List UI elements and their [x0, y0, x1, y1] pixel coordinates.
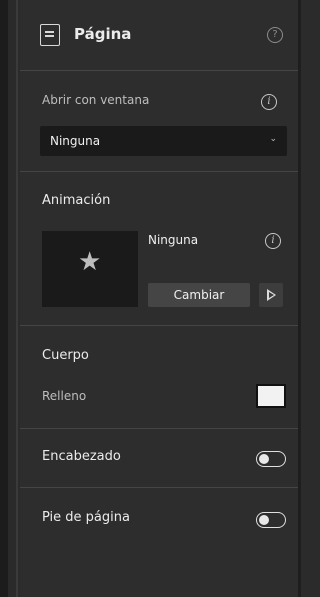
help-icon[interactable]: ?: [267, 27, 283, 43]
left-strip: [0, 0, 8, 597]
star-icon: ★: [78, 247, 102, 277]
animation-info-icon[interactable]: i: [265, 233, 281, 249]
animation-value: Ninguna: [148, 233, 199, 247]
panel-header: Página ?: [20, 0, 298, 70]
scrollbar-track[interactable]: [298, 0, 301, 597]
open-with-window-label: Abrir con ventana: [42, 93, 150, 107]
open-with-window-select[interactable]: Ninguna ⌄: [40, 126, 287, 156]
toggle-knob: [259, 454, 269, 464]
page-icon: [40, 24, 60, 46]
divider: [20, 487, 298, 488]
open-with-window-info-icon[interactable]: i: [261, 94, 277, 110]
divider: [20, 325, 298, 326]
fill-color-swatch[interactable]: [256, 384, 286, 408]
chevron-down-icon: ⌄: [269, 134, 277, 144]
body-section-title: Cuerpo: [42, 348, 89, 363]
page-settings-panel: Página ? Abrir con ventana i Ninguna ⌄ A…: [20, 0, 298, 597]
play-icon: [267, 289, 276, 301]
header-toggle-label: Encabezado: [42, 449, 121, 464]
header-toggle[interactable]: [256, 451, 286, 467]
page-title: Página: [74, 25, 132, 43]
toggle-knob: [259, 515, 269, 525]
open-with-window-value: Ninguna: [50, 134, 101, 148]
fill-label: Relleno: [42, 389, 87, 403]
panel-resize-rail[interactable]: [8, 0, 18, 597]
divider: [20, 171, 298, 172]
play-preview-button[interactable]: [259, 283, 283, 307]
footer-toggle-label: Pie de página: [42, 510, 130, 525]
animation-thumbnail[interactable]: ★: [42, 231, 138, 307]
divider: [20, 70, 298, 71]
divider: [20, 428, 298, 429]
footer-toggle[interactable]: [256, 512, 286, 528]
change-animation-button[interactable]: Cambiar: [148, 283, 250, 307]
animation-title: Animación: [42, 193, 111, 208]
